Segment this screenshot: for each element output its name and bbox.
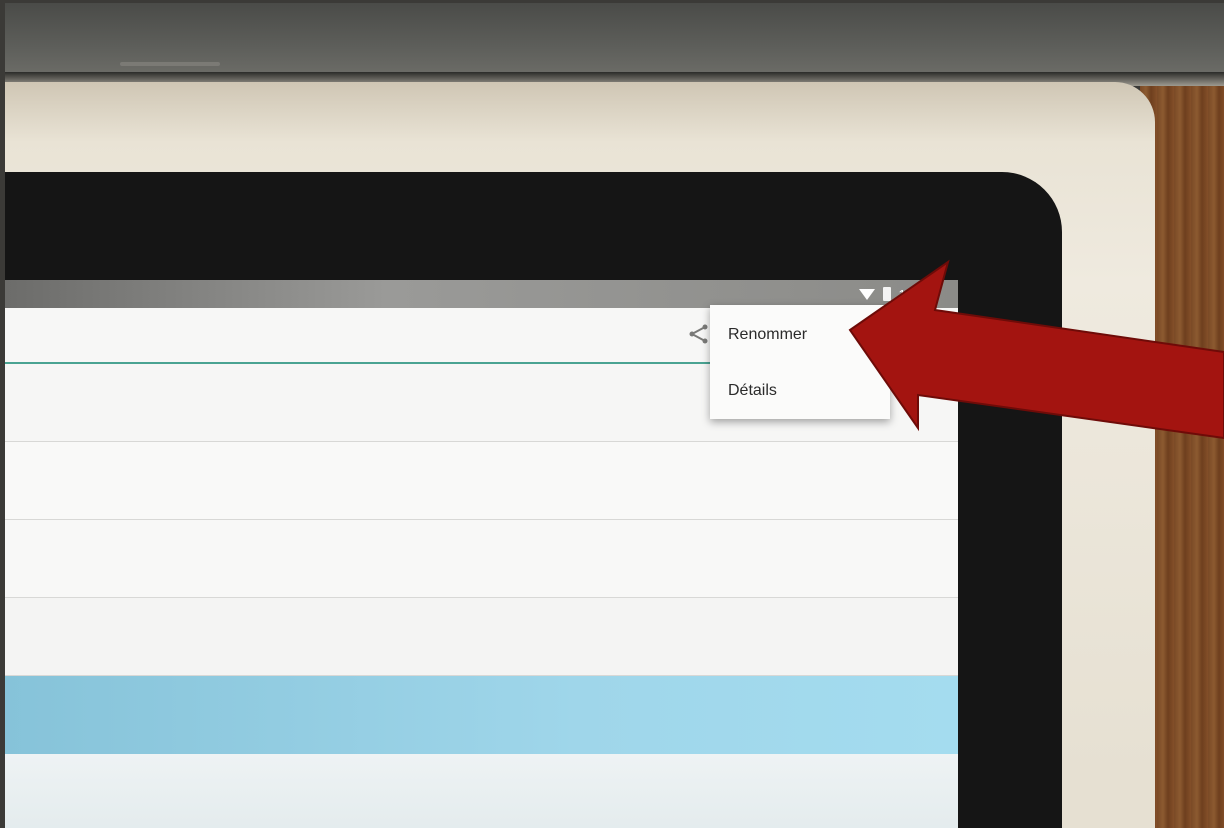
wifi-icon (858, 288, 875, 300)
list-item[interactable] (5, 520, 958, 598)
selected-item-highlight[interactable] (5, 676, 958, 754)
list-item[interactable] (5, 442, 958, 520)
content-bottom-area (5, 754, 958, 828)
list-item[interactable] (5, 598, 958, 676)
menu-item-details[interactable]: Détails (710, 363, 890, 419)
overflow-menu: Renommer Détails (710, 305, 890, 419)
bezel-slot (120, 62, 220, 66)
menu-item-rename[interactable]: Renommer (710, 307, 890, 363)
photo: 11 Renommer Détails (0, 0, 1224, 828)
status-icons: 11 (858, 284, 913, 304)
status-clock: 11 (898, 286, 913, 302)
share-icon[interactable] (687, 322, 711, 346)
status-bar: 11 (5, 280, 958, 308)
battery-icon (882, 287, 891, 301)
